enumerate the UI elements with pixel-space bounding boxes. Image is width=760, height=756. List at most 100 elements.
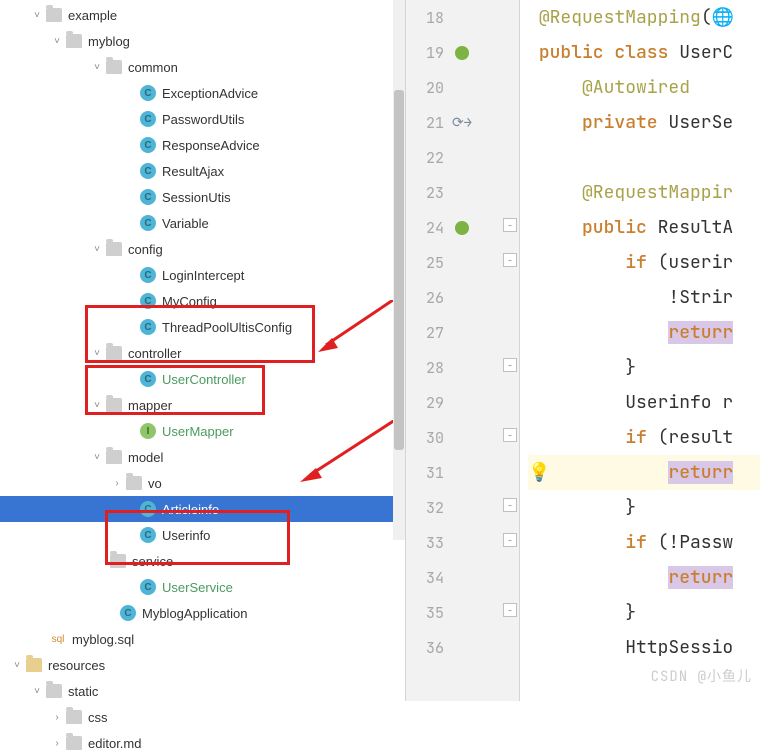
code-line[interactable]: @RequestMapping(🌐 [528,0,760,35]
code-line[interactable]: } [528,350,760,385]
folder-icon [106,346,122,360]
tree-item[interactable]: CPasswordUtils [0,106,405,132]
folder-icon [66,34,82,48]
tree-item[interactable]: CResultAjax [0,158,405,184]
gutter-line[interactable]: 35− [406,595,519,630]
folder-icon [126,476,142,490]
code-editor[interactable]: @RequestMapping(🌐 public class UserC @Au… [520,0,760,701]
code-line[interactable] [528,140,760,175]
gutter-line[interactable]: 25− [406,245,519,280]
code-line[interactable]: if (!Passw [528,525,760,560]
fold-icon[interactable]: − [503,218,517,232]
chevron-down-icon: ˅ [30,8,44,22]
code-line[interactable]: 💡 returr [528,455,760,490]
code-line[interactable]: if (userir [528,245,760,280]
folder-icon [106,398,122,412]
sql-icon: sql [50,631,66,647]
tree-item-css[interactable]: ›css [0,704,405,730]
tree-item-service[interactable]: service [0,548,405,574]
gutter-line[interactable]: 34 [406,560,519,595]
gutter-line[interactable]: 32− [406,490,519,525]
tree-item[interactable]: CThreadPoolUltisConfig [0,314,405,340]
gutter-line[interactable]: 22 [406,140,519,175]
tree-item-resources[interactable]: ˅resources [0,652,405,678]
code-line[interactable]: @Autowired [528,70,760,105]
folder-icon [46,684,62,698]
chevron-down-icon: ˅ [30,684,44,698]
scrollbar[interactable] [393,0,405,540]
gutter-line[interactable]: 24− [406,210,519,245]
gutter-line[interactable]: 20 [406,70,519,105]
chevron-down-icon: ˅ [90,242,104,256]
tree-item-config[interactable]: ˅config [0,236,405,262]
bulb-icon[interactable]: 💡 [528,455,544,471]
gutter-line[interactable]: 30− [406,420,519,455]
fold-icon[interactable]: − [503,603,517,617]
fold-icon[interactable]: − [503,533,517,547]
gutter-line[interactable]: 21⟳→ [406,105,519,140]
tree-item-userservice[interactable]: CUserService [0,574,405,600]
code-line[interactable]: !Strir [528,280,760,315]
class-icon: C [140,111,156,127]
tree-item-usermapper[interactable]: IUserMapper [0,418,405,444]
tree-item[interactable]: CLoginIntercept [0,262,405,288]
tree-item-myblog[interactable]: ˅myblog [0,28,405,54]
fold-icon[interactable]: − [503,498,517,512]
class-icon: C [140,579,156,595]
project-tree[interactable]: ˅example ˅myblog ˅common CExceptionAdvic… [0,0,405,701]
tree-item-model[interactable]: ˅model [0,444,405,470]
tree-item-controller[interactable]: ˅controller [0,340,405,366]
gutter-line[interactable]: 28− [406,350,519,385]
tree-item[interactable]: CResponseAdvice [0,132,405,158]
code-line[interactable]: returr [528,560,760,595]
tree-item-app[interactable]: CMyblogApplication [0,600,405,626]
chevron-down-icon: ˅ [50,34,64,48]
class-icon: C [140,527,156,543]
tree-item-vo[interactable]: ›vo [0,470,405,496]
editor-gutter[interactable]: 18 19 20 21⟳→ 22 23 24− 25− 26 27 28− 29… [405,0,520,701]
tree-item-static[interactable]: ˅static [0,678,405,704]
interface-icon: I [140,423,156,439]
code-line[interactable]: public ResultA [528,210,760,245]
gutter-line[interactable]: 36 [406,630,519,665]
tree-item-mapper[interactable]: ˅mapper [0,392,405,418]
code-line[interactable]: @RequestMappir [528,175,760,210]
code-line[interactable]: Userinfo r [528,385,760,420]
tree-item-usercontroller[interactable]: CUserController [0,366,405,392]
tree-item[interactable]: CVariable [0,210,405,236]
fold-icon[interactable]: − [503,428,517,442]
tree-item[interactable]: CExceptionAdvice [0,80,405,106]
gutter-line[interactable]: 27 [406,315,519,350]
gutter-line[interactable]: 23 [406,175,519,210]
gutter-line[interactable]: 31 [406,455,519,490]
gutter-line[interactable]: 29 [406,385,519,420]
tree-item[interactable]: CMyConfig [0,288,405,314]
tree-item-editor[interactable]: ›editor.md [0,730,405,756]
class-icon: C [120,605,136,621]
code-line[interactable]: public class UserC [528,35,760,70]
gutter-line[interactable]: 18 [406,0,519,35]
tree-item-common[interactable]: ˅common [0,54,405,80]
folder-icon [106,60,122,74]
chevron-right-icon: › [110,476,124,490]
tree-item-articleinfo[interactable]: CArticleinfo [0,496,405,522]
tree-item-example[interactable]: ˅example [0,2,405,28]
code-line[interactable]: private UserSe [528,105,760,140]
bean-icon [452,43,472,63]
fold-icon[interactable]: − [503,253,517,267]
code-line[interactable]: } [528,490,760,525]
tree-item[interactable]: CSessionUtis [0,184,405,210]
fold-icon[interactable]: − [503,358,517,372]
code-line[interactable]: returr [528,315,760,350]
tree-item-sql[interactable]: sqlmyblog.sql [0,626,405,652]
tree-item[interactable]: CUserinfo [0,522,405,548]
gutter-line[interactable]: 33− [406,525,519,560]
folder-icon [26,658,42,672]
code-line[interactable]: } [528,595,760,630]
code-line[interactable]: if (result [528,420,760,455]
gutter-line[interactable]: 26 [406,280,519,315]
scroll-thumb[interactable] [394,90,404,450]
gutter-line[interactable]: 19 [406,35,519,70]
chevron-right-icon: › [50,710,64,724]
folder-icon [66,736,82,750]
